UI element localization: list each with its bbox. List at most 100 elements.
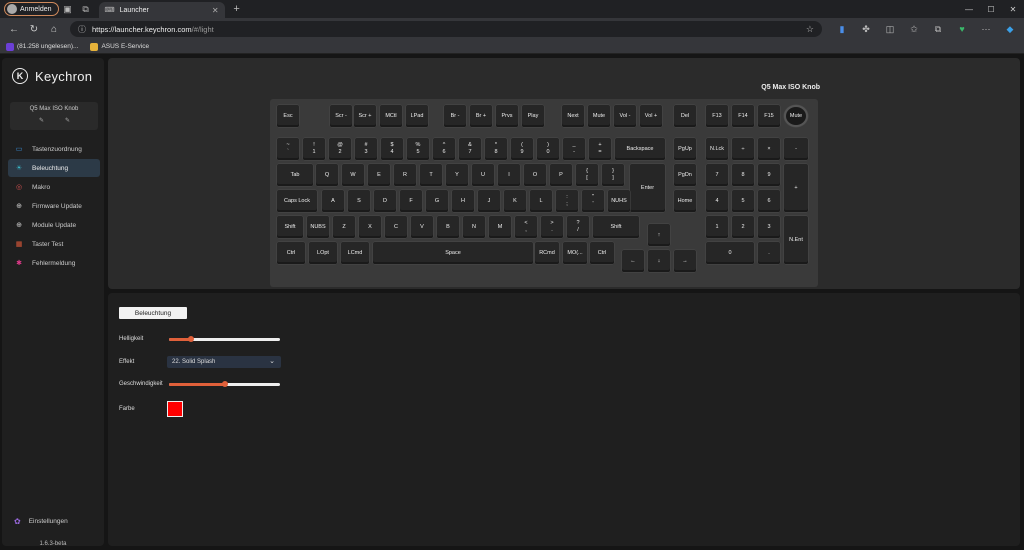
- key[interactable]: Caps Lock: [277, 190, 317, 212]
- profile-button[interactable]: Anmelden: [4, 2, 59, 16]
- speed-slider[interactable]: [169, 381, 280, 387]
- brightness-slider[interactable]: [169, 336, 280, 342]
- key[interactable]: Ctrl: [590, 242, 614, 264]
- key[interactable]: J: [478, 190, 500, 212]
- key[interactable]: Enter: [630, 164, 665, 212]
- bookmark-asus[interactable]: ASUS E-Service: [90, 42, 149, 51]
- key[interactable]: Ctrl: [277, 242, 305, 264]
- key[interactable]: N.Lck: [706, 138, 728, 160]
- key[interactable]: P: [550, 164, 572, 186]
- key[interactable]: Br -: [444, 105, 466, 127]
- key[interactable]: Mute: [588, 105, 610, 127]
- brightness-slider-thumb[interactable]: [188, 336, 195, 342]
- key[interactable]: N: [463, 216, 485, 238]
- key[interactable]: T: [420, 164, 442, 186]
- key[interactable]: ←: [622, 250, 644, 272]
- key[interactable]: LCmd: [341, 242, 369, 264]
- edit-icon[interactable]: ✎: [65, 117, 70, 124]
- key[interactable]: :;: [556, 190, 578, 212]
- key[interactable]: W: [342, 164, 364, 186]
- new-tab-button[interactable]: +: [229, 3, 245, 15]
- key[interactable]: * 8: [485, 138, 507, 160]
- split-screen-icon[interactable]: ◫: [878, 24, 902, 35]
- key[interactable]: % 5: [407, 138, 429, 160]
- key[interactable]: .: [758, 242, 780, 264]
- bookmark-yahoo[interactable]: (81.258 ungelesen)...: [6, 42, 78, 51]
- device-card[interactable]: Q5 Max ISO Knob ✎ ✎: [10, 102, 98, 130]
- key[interactable]: 8: [732, 164, 754, 186]
- knob-key[interactable]: Mute: [784, 105, 808, 127]
- key[interactable]: ↑: [648, 224, 670, 246]
- key[interactable]: Vol +: [640, 105, 662, 127]
- key[interactable]: & 7: [459, 138, 481, 160]
- key[interactable]: M: [489, 216, 511, 238]
- key[interactable]: LPad: [406, 105, 428, 127]
- key[interactable]: PgUp: [674, 138, 696, 160]
- link-icon[interactable]: ✎: [39, 117, 44, 124]
- key[interactable]: →: [674, 250, 696, 272]
- key[interactable]: Q: [316, 164, 338, 186]
- browser-essentials-icon[interactable]: ♥: [950, 24, 974, 35]
- key[interactable]: PgDn: [674, 164, 696, 186]
- sidebar-item-taster-test[interactable]: ▦ Taster Test: [8, 235, 100, 253]
- key[interactable]: ) 0: [537, 138, 559, 160]
- key[interactable]: 7: [706, 164, 728, 186]
- close-tab-icon[interactable]: ✕: [212, 6, 219, 15]
- key[interactable]: F14: [732, 105, 754, 127]
- key[interactable]: B: [437, 216, 459, 238]
- key[interactable]: -: [784, 138, 808, 160]
- key[interactable]: R: [394, 164, 416, 186]
- key[interactable]: ↓: [648, 250, 670, 272]
- key[interactable]: #3: [355, 138, 377, 160]
- reload-icon[interactable]: ↻: [24, 19, 44, 39]
- sidebar-item-beleuchtung[interactable]: ☀ Beleuchtung: [8, 159, 100, 177]
- key[interactable]: N.Ent: [784, 216, 808, 264]
- key[interactable]: ? /: [567, 216, 589, 238]
- key[interactable]: Home: [674, 190, 696, 212]
- sidebar-item-module-update[interactable]: ⊕ Module Update: [8, 216, 100, 234]
- key[interactable]: Backspace: [615, 138, 665, 160]
- key[interactable]: X: [359, 216, 381, 238]
- key[interactable]: U: [472, 164, 494, 186]
- key[interactable]: LOpt: [309, 242, 337, 264]
- key[interactable]: Next: [562, 105, 584, 127]
- key[interactable]: NUHS: [608, 190, 630, 212]
- key[interactable]: Y: [446, 164, 468, 186]
- browser-tab[interactable]: ⌨ Launcher ✕: [98, 2, 225, 18]
- key[interactable]: NUBS: [307, 216, 329, 238]
- key[interactable]: 5: [732, 190, 754, 212]
- sidebar-item-fehlermeldung[interactable]: ✱ Fehlermeldung: [8, 254, 100, 272]
- key[interactable]: MO(...: [563, 242, 587, 264]
- key[interactable]: Vol -: [614, 105, 636, 127]
- sidebar-item-makro[interactable]: ◎ Makro: [8, 178, 100, 196]
- key[interactable]: >.: [541, 216, 563, 238]
- address-bar[interactable]: ⓘ https://launcher.keychron.com/#/light …: [70, 21, 822, 37]
- key[interactable]: Tab: [277, 164, 313, 186]
- site-info-icon[interactable]: ⓘ: [78, 24, 86, 35]
- key[interactable]: MCtl: [380, 105, 402, 127]
- key[interactable]: C: [385, 216, 407, 238]
- key[interactable]: 3: [758, 216, 780, 238]
- key[interactable]: Z: [333, 216, 355, 238]
- key[interactable]: Shift: [277, 216, 303, 238]
- key[interactable]: E: [368, 164, 390, 186]
- key[interactable]: @2: [329, 138, 351, 160]
- key[interactable]: ! 1: [303, 138, 325, 160]
- sidebar-item-settings[interactable]: ✿ Einstellungen: [14, 517, 68, 526]
- sidebar-item-tastenzuordnung[interactable]: ▭ Tastenzuordnung: [8, 140, 100, 158]
- home-icon[interactable]: ⌂: [44, 19, 64, 39]
- favorite-star-icon[interactable]: ☆: [806, 24, 814, 35]
- copilot-icon[interactable]: ◆: [998, 24, 1022, 35]
- key[interactable]: " ': [582, 190, 604, 212]
- color-swatch[interactable]: [167, 401, 183, 417]
- key[interactable]: }]: [602, 164, 624, 186]
- key[interactable]: S: [348, 190, 370, 212]
- key[interactable]: K: [504, 190, 526, 212]
- minimize-icon[interactable]: —: [958, 0, 980, 18]
- key[interactable]: ÷: [732, 138, 754, 160]
- key[interactable]: Br +: [470, 105, 492, 127]
- close-window-icon[interactable]: ✕: [1002, 0, 1024, 18]
- key[interactable]: Scr -: [330, 105, 352, 127]
- key[interactable]: Play: [522, 105, 544, 127]
- key[interactable]: $4: [381, 138, 403, 160]
